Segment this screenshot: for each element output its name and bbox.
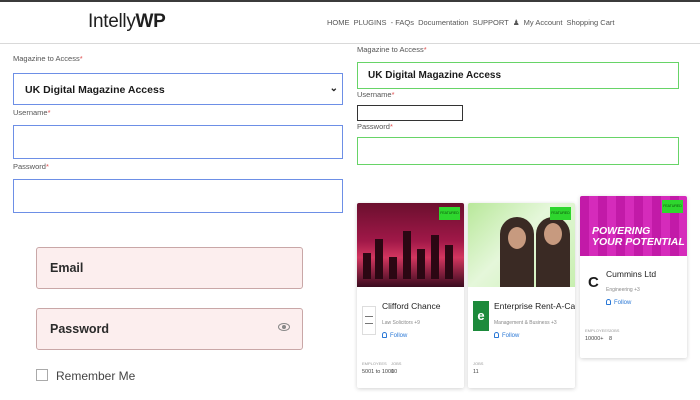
chevron-down-icon: ⌄: [329, 83, 338, 94]
password-placeholder: Password: [50, 322, 110, 336]
building-shape: [445, 245, 453, 279]
jobs-value: 1: [391, 369, 395, 375]
magazine-label-left-text: Magazine to Access: [13, 54, 80, 63]
bell-icon: [494, 332, 499, 338]
cummins-logo: C: [587, 268, 601, 296]
email-field[interactable]: Email: [36, 247, 303, 289]
required-mark: *: [389, 122, 393, 131]
user-icon: ♟: [512, 18, 520, 27]
password-label-right-text: Password: [357, 122, 390, 131]
jobs-label: JOBS: [391, 361, 402, 366]
company-card-enterprise[interactable]: FEATURED e Enterprise Rent-A-Car Managem…: [468, 203, 575, 388]
remember-me-checkbox[interactable]: [36, 369, 48, 381]
required-mark: *: [45, 162, 49, 171]
username-label-right: Username*: [357, 90, 395, 99]
username-input-left[interactable]: [13, 125, 343, 159]
follow-button[interactable]: Follow: [606, 299, 631, 306]
company-card-clifford-chance[interactable]: FEATURED Clifford Chance Law Solicitors …: [357, 203, 464, 388]
clifford-chance-logo: [362, 306, 376, 335]
banner-slogan: POWERING YOUR POTENTIAL: [592, 226, 685, 248]
card-banner-powering: POWERING YOUR POTENTIAL FEATURED: [580, 196, 687, 256]
building-shape: [417, 249, 425, 279]
bell-icon: [382, 332, 387, 338]
eye-icon[interactable]: [278, 323, 290, 331]
nav-documentation[interactable]: Documentation: [418, 18, 468, 27]
username-label-left: Username*: [13, 108, 51, 117]
featured-badge: FEATURED: [550, 207, 571, 220]
username-input-right[interactable]: [357, 105, 463, 121]
enterprise-logo: e: [473, 301, 489, 331]
featured-badge: FEATURED: [662, 200, 683, 213]
company-name[interactable]: Enterprise Rent-A-Car: [494, 301, 575, 311]
card-banner-city: FEATURED: [357, 203, 464, 287]
follow-button[interactable]: Follow: [494, 332, 519, 339]
logo-text-bold: WP: [135, 11, 166, 32]
password-input-left[interactable]: [13, 179, 343, 213]
nav-support[interactable]: SUPPORT: [473, 18, 509, 27]
intellywp-logo[interactable]: IntellyWP: [88, 11, 166, 33]
required-mark: *: [47, 108, 51, 117]
email-placeholder: Email: [50, 261, 84, 275]
building-shape: [363, 253, 371, 279]
page: IntellyWP HOME PLUGINS - FAQs Documentat…: [0, 0, 700, 400]
cummins-logo-mark: C: [588, 274, 599, 291]
company-category: Management & Business +3: [494, 320, 557, 326]
employees-label: EMPLOYEES: [585, 328, 610, 333]
slogan-line-2: YOUR POTENTIAL: [592, 236, 685, 248]
magazine-select-left[interactable]: UK Digital Magazine Access ⌄: [13, 73, 343, 105]
logo-text-regular: Intelly: [88, 11, 136, 32]
employees-value: 10000+: [585, 336, 604, 342]
company-name[interactable]: Cummins Ltd: [606, 269, 656, 279]
nav-plugins[interactable]: PLUGINS: [354, 18, 387, 27]
required-mark: *: [79, 54, 83, 63]
required-mark: *: [391, 90, 395, 99]
password-label-left: Password*: [13, 162, 49, 171]
face-shape: [544, 223, 562, 245]
building-shape: [431, 235, 439, 279]
magazine-label-right-text: Magazine to Access: [357, 45, 424, 54]
username-label-right-text: Username: [357, 90, 392, 99]
magazine-label-left: Magazine to Access*: [13, 54, 83, 63]
jobs-label: JOBS: [609, 328, 620, 333]
magazine-select-left-value: UK Digital Magazine Access: [25, 84, 165, 96]
nav-my-account[interactable]: My Account: [524, 18, 563, 27]
password-label-right: Password*: [357, 122, 393, 131]
company-category: Engineering +3: [606, 287, 640, 293]
jobs-value: 11: [473, 369, 479, 375]
featured-badge: FEATURED: [439, 207, 460, 220]
company-name[interactable]: Clifford Chance: [382, 301, 440, 311]
bell-icon: [606, 299, 611, 305]
building-shape: [389, 257, 397, 279]
company-category: Law Solicitors +9: [382, 320, 420, 326]
nav-shopping-cart[interactable]: Shopping Cart: [567, 18, 615, 27]
remember-me-label[interactable]: Remember Me: [56, 369, 135, 383]
nav-home[interactable]: HOME: [327, 18, 350, 27]
jobs-label: JOBS: [473, 361, 484, 366]
face-shape: [508, 227, 526, 249]
username-label-left-text: Username: [13, 108, 48, 117]
password-field[interactable]: Password: [36, 308, 303, 350]
building-shape: [375, 239, 383, 279]
magazine-label-right: Magazine to Access*: [357, 45, 427, 54]
main-nav: HOME PLUGINS - FAQs Documentation SUPPOR…: [327, 18, 616, 27]
jobs-value: 8: [609, 336, 613, 342]
magazine-select-right-value: UK Digital Magazine Access: [368, 70, 502, 81]
required-mark: *: [423, 45, 427, 54]
logo-lines: [365, 316, 373, 324]
follow-label: Follow: [390, 333, 408, 339]
company-card-cummins[interactable]: POWERING YOUR POTENTIAL FEATURED C Cummin…: [580, 196, 687, 358]
follow-label: Follow: [614, 300, 632, 306]
follow-label: Follow: [502, 333, 520, 339]
password-label-left-text: Password: [13, 162, 46, 171]
follow-button[interactable]: Follow: [382, 332, 407, 339]
site-header: IntellyWP HOME PLUGINS - FAQs Documentat…: [0, 0, 700, 44]
building-shape: [403, 231, 411, 279]
nav-faqs[interactable]: - FAQs: [391, 18, 414, 27]
card-banner-people: FEATURED: [468, 203, 575, 287]
magazine-select-right[interactable]: UK Digital Magazine Access: [357, 62, 679, 89]
employees-label: EMPLOYEES: [362, 361, 387, 366]
password-input-right[interactable]: [357, 137, 679, 165]
